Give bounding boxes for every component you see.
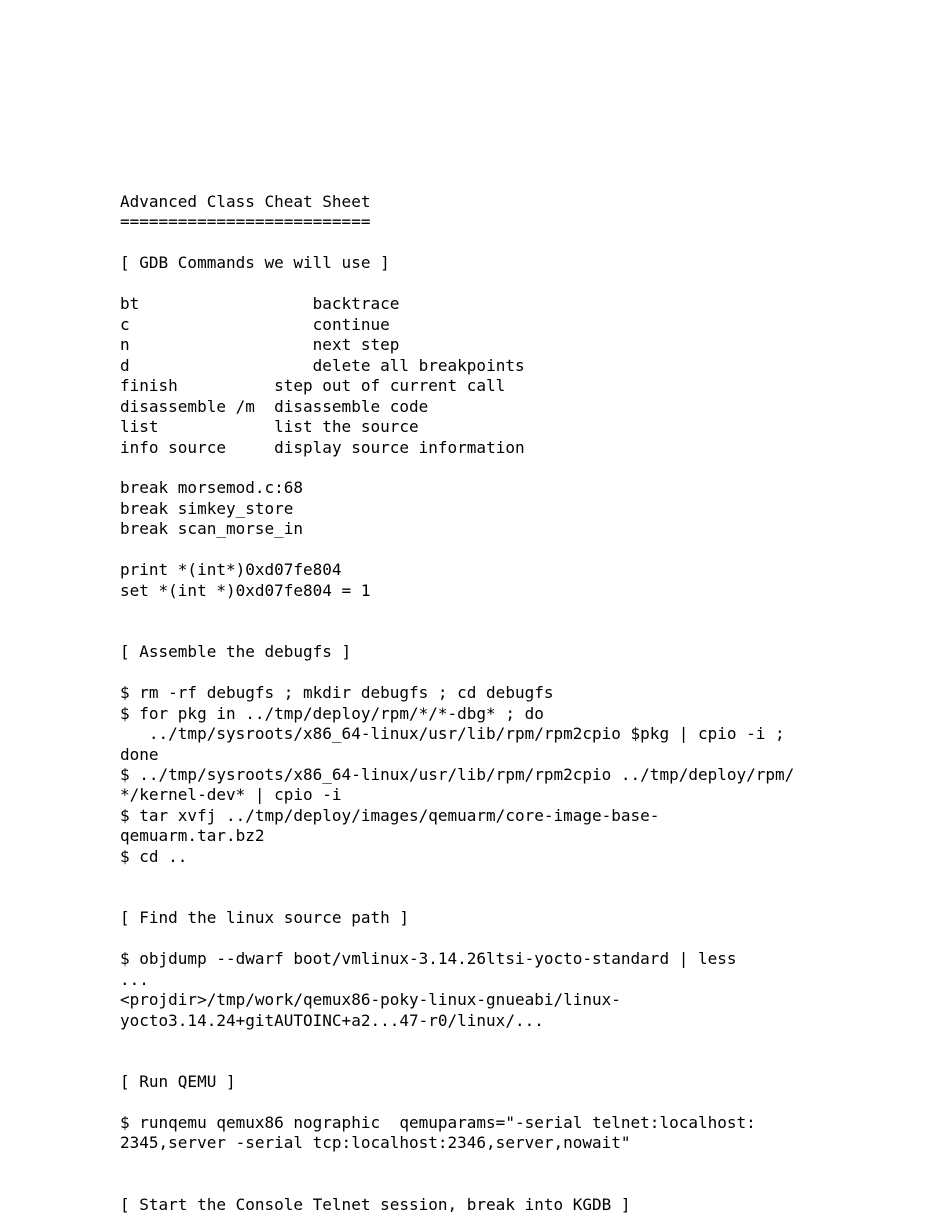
gdb-cmd: finish xyxy=(120,376,178,395)
section-header-telnet: [ Start the Console Telnet session, brea… xyxy=(120,1195,631,1214)
section-header-assemble: [ Assemble the debugfs ] xyxy=(120,642,351,661)
gdb-cmd: d xyxy=(120,356,130,375)
gdb-desc: display source information xyxy=(274,438,524,457)
doc-title-rule: ========================== xyxy=(120,212,370,231)
doc-title: Advanced Class Cheat Sheet xyxy=(120,192,370,211)
code-line: ../tmp/sysroots/x86_64-linux/usr/lib/rpm… xyxy=(120,724,785,743)
code-line: qemuarm.tar.bz2 xyxy=(120,826,265,845)
gdb-desc: disassemble code xyxy=(274,397,428,416)
code-line: ... xyxy=(120,970,149,989)
code-line: print *(int*)0xd07fe804 xyxy=(120,560,342,579)
code-line: break simkey_store xyxy=(120,499,293,518)
gdb-row: disassemble /m disassemble code xyxy=(120,397,428,416)
gdb-desc: backtrace xyxy=(313,294,400,313)
gdb-row: d delete all breakpoints xyxy=(120,356,525,375)
gdb-desc: step out of current call xyxy=(274,376,505,395)
gdb-cmd: list xyxy=(120,417,159,436)
gdb-cmd: disassemble /m xyxy=(120,397,255,416)
code-line: $ objdump --dwarf boot/vmlinux-3.14.26lt… xyxy=(120,949,737,968)
gdb-desc: continue xyxy=(313,315,390,334)
section-header-find: [ Find the linux source path ] xyxy=(120,908,409,927)
code-line: $ rm -rf debugfs ; mkdir debugfs ; cd de… xyxy=(120,683,553,702)
gdb-cmd: bt xyxy=(120,294,139,313)
code-line: done xyxy=(120,745,159,764)
gdb-desc: list the source xyxy=(274,417,419,436)
code-line: */kernel-dev* | cpio -i xyxy=(120,785,342,804)
code-line: <projdir>/tmp/work/qemux86-poky-linux-gn… xyxy=(120,990,621,1009)
code-line: break scan_morse_in xyxy=(120,519,303,538)
code-line: $ for pkg in ../tmp/deploy/rpm/*/*-dbg* … xyxy=(120,704,544,723)
code-line: yocto3.14.24+gitAUTOINC+a2...47-r0/linux… xyxy=(120,1011,544,1030)
gdb-desc: delete all breakpoints xyxy=(313,356,525,375)
code-line: $ ../tmp/sysroots/x86_64-linux/usr/lib/r… xyxy=(120,765,794,784)
code-line: $ cd .. xyxy=(120,847,187,866)
gdb-cmd: c xyxy=(120,315,130,334)
gdb-cmd: n xyxy=(120,335,130,354)
gdb-row: finish step out of current call xyxy=(120,376,505,395)
gdb-row: c continue xyxy=(120,315,390,334)
code-line: break morsemod.c:68 xyxy=(120,478,303,497)
code-line: $ tar xvfj ../tmp/deploy/images/qemuarm/… xyxy=(120,806,659,825)
gdb-desc: next step xyxy=(313,335,400,354)
gdb-row: bt backtrace xyxy=(120,294,399,313)
code-line: 2345,server -serial tcp:localhost:2346,s… xyxy=(120,1133,631,1152)
section-header-qemu: [ Run QEMU ] xyxy=(120,1072,236,1091)
section-header-gdb: [ GDB Commands we will use ] xyxy=(120,253,390,272)
gdb-row: list list the source xyxy=(120,417,419,436)
code-line: set *(int *)0xd07fe804 = 1 xyxy=(120,581,370,600)
gdb-row: info source display source information xyxy=(120,438,525,457)
gdb-cmd: info source xyxy=(120,438,226,457)
gdb-row: n next step xyxy=(120,335,399,354)
code-line: $ runqemu qemux86 nographic qemuparams="… xyxy=(120,1113,756,1132)
